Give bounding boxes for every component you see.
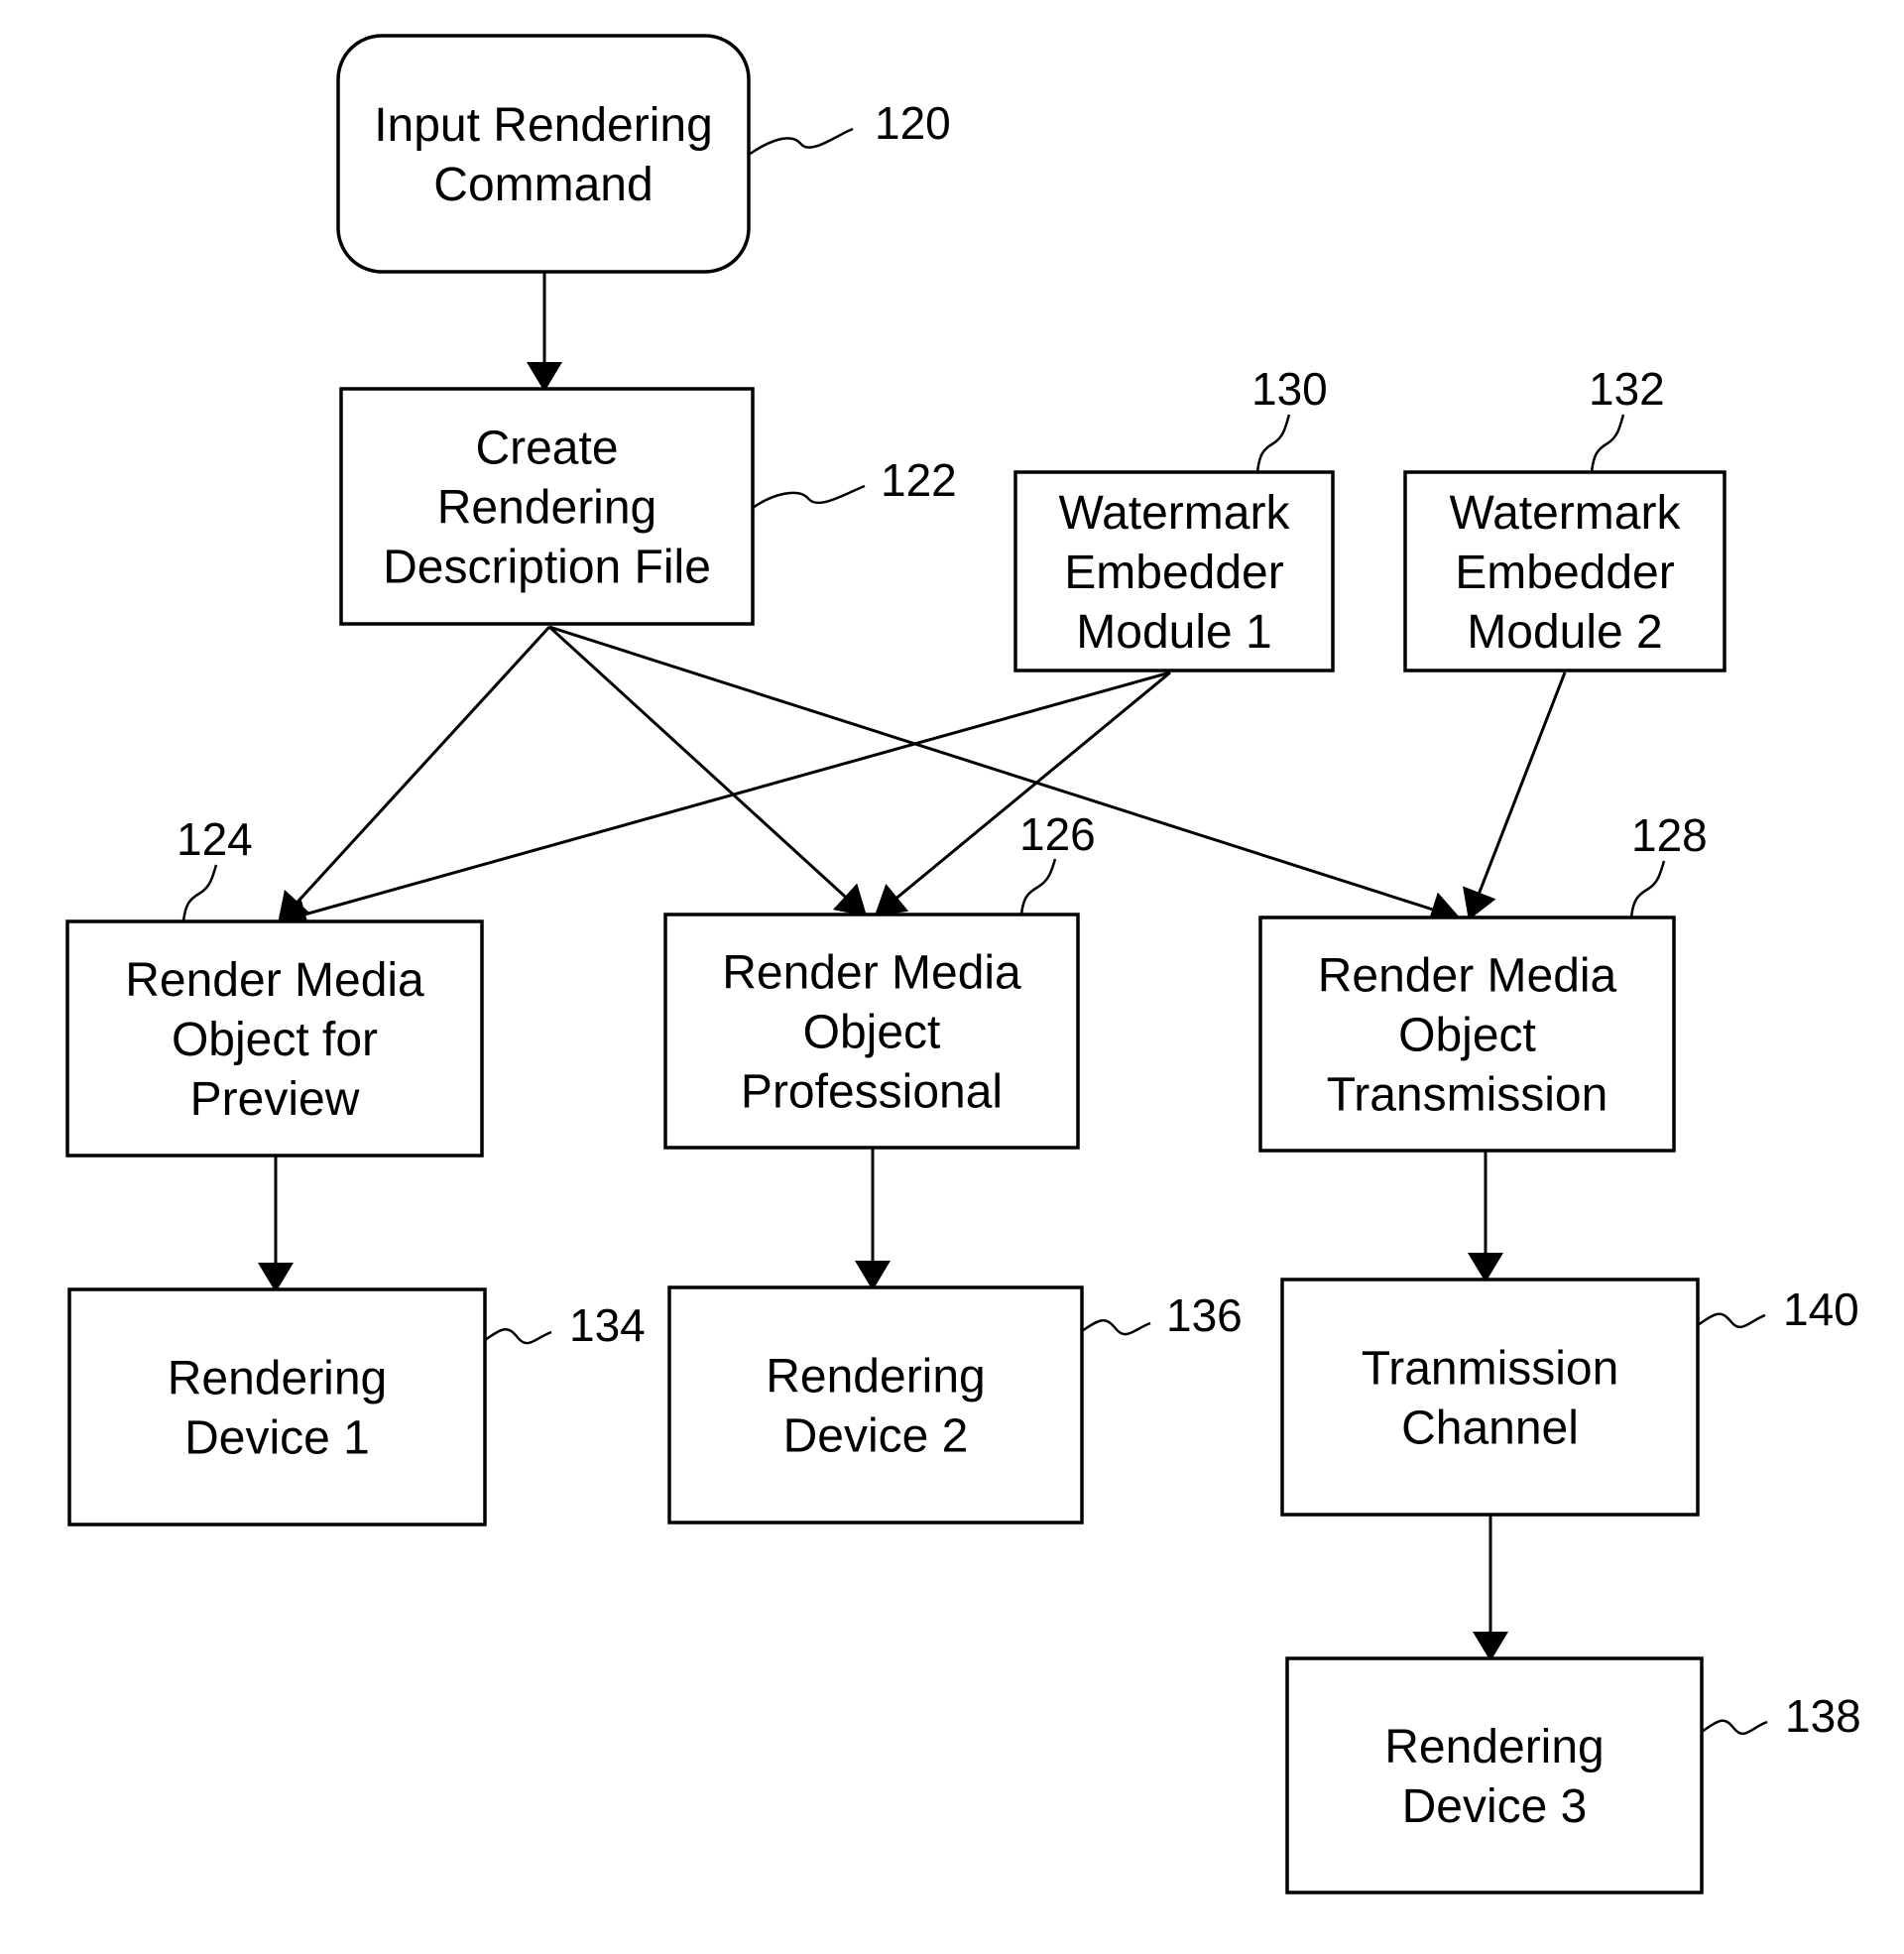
node-label-line: Embedder: [1455, 547, 1674, 599]
node-label-line: Render Media: [1318, 950, 1617, 1003]
reference-numeral-134: 134: [569, 1299, 646, 1351]
node-label-line: Channel: [1401, 1403, 1579, 1455]
node-label-line: Rendering: [1384, 1721, 1604, 1773]
leader-line-120: [748, 127, 854, 157]
leader-line-126: [1019, 858, 1057, 916]
reference-numeral-126: 126: [1019, 808, 1096, 860]
reference-numeral-130: 130: [1251, 363, 1328, 415]
node-label-line: Preview: [190, 1073, 360, 1126]
node-128: Render Media Object Transmission: [1258, 916, 1676, 1153]
node-label-line: Create: [475, 423, 618, 475]
node-label-line: Device 2: [783, 1410, 969, 1463]
node-label-line: Description File: [383, 542, 711, 594]
reference-numeral-132: 132: [1589, 363, 1665, 415]
node-120: Input Rendering Command: [336, 34, 751, 274]
node-label-line: Professional: [741, 1066, 1003, 1119]
reference-numeral-128: 128: [1631, 809, 1708, 861]
arrow-132-128: [1463, 672, 1567, 920]
node-label-line: Object: [803, 1007, 941, 1059]
node-box-136: [667, 1285, 1084, 1525]
node-label-line: Watermark: [1450, 487, 1682, 540]
flowchart-diagram: Input Rendering Command Create Rendering Des…: [65, 34, 1861, 1894]
leader-line-122: [752, 484, 866, 510]
node-box-140: [1280, 1278, 1700, 1517]
node-138: Rendering Device 3: [1285, 1656, 1704, 1894]
node-132: Watermark Embedder Module 2: [1403, 470, 1726, 672]
leader-line-134: [484, 1328, 552, 1345]
node-124: Render Media Object for Preview: [65, 919, 484, 1158]
node-label-line: Object: [1398, 1010, 1536, 1062]
arrow-130-124: [277, 671, 1171, 932]
reference-numeral-124: 124: [177, 813, 253, 865]
arrow-130-126: [874, 671, 1171, 916]
node-label-line: Object for: [172, 1014, 378, 1066]
leader-line-132: [1590, 414, 1625, 473]
node-label-line: Embedder: [1064, 547, 1283, 599]
node-122: Create Rendering Description File: [339, 387, 755, 626]
node-label-line: Device 3: [1402, 1780, 1588, 1833]
node-label-line: Rendering: [437, 482, 656, 535]
node-label-line: Render Media: [722, 947, 1021, 1000]
reference-numeral-120: 120: [875, 97, 951, 149]
node-label-line: Command: [433, 159, 653, 211]
reference-numeral-136: 136: [1166, 1289, 1243, 1341]
node-134: Rendering Device 1: [67, 1287, 487, 1527]
reference-numeral-140: 140: [1783, 1283, 1859, 1335]
leader-line-138: [1701, 1719, 1768, 1736]
reference-numeral-138: 138: [1785, 1690, 1861, 1742]
node-label-line: Transmission: [1327, 1069, 1608, 1122]
node-136: Rendering Device 2: [667, 1285, 1084, 1525]
reference-numeral-122: 122: [881, 454, 957, 506]
node-label-line: Module 2: [1467, 606, 1662, 659]
node-box-134: [67, 1287, 487, 1527]
node-box-120: [336, 34, 751, 274]
node-label-line: Tranmission: [1362, 1343, 1619, 1396]
node-label-line: Device 1: [184, 1412, 370, 1465]
leader-line-136: [1081, 1319, 1151, 1336]
diagram-canvas: Input Rendering Command Create Rendering Des…: [0, 0, 1904, 1954]
leader-line-124: [181, 864, 218, 922]
node-130: Watermark Embedder Module 1: [1013, 470, 1335, 672]
arrow-122-124: [277, 625, 551, 924]
node-126: Render Media Object Professional: [663, 913, 1080, 1150]
node-label-line: Module 1: [1076, 606, 1271, 659]
leader-line-128: [1629, 860, 1666, 918]
node-label-line: Input Rendering: [374, 99, 713, 152]
node-140: Tranmission Channel: [1280, 1278, 1700, 1517]
node-label-line: Rendering: [766, 1351, 985, 1404]
node-box-138: [1285, 1656, 1704, 1894]
node-label-line: Rendering: [168, 1353, 387, 1405]
node-label-line: Watermark: [1059, 487, 1291, 540]
leader-line-130: [1255, 414, 1291, 473]
leader-line-140: [1697, 1312, 1766, 1329]
node-label-line: Render Media: [125, 954, 424, 1007]
